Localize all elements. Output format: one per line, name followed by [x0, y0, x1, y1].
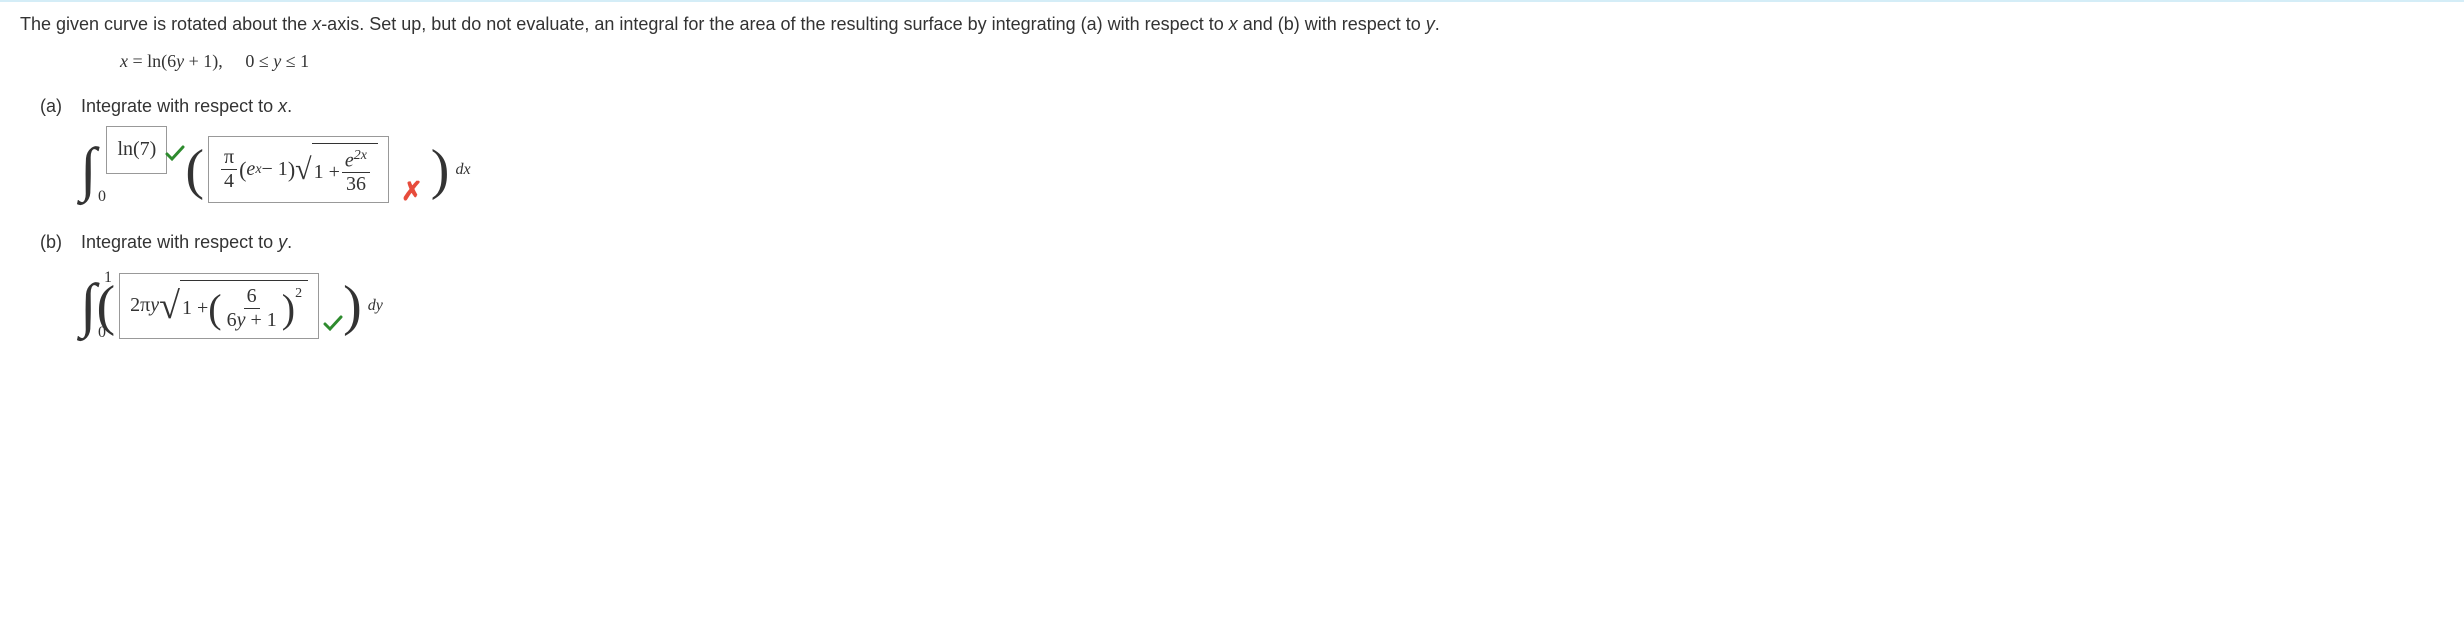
integrand-input[interactable]: π 4 (ex − 1) √ 1 + e2x 36 [208, 136, 389, 204]
part-letter: (a) [40, 96, 62, 117]
text: -axis. Set up, but do not evaluate, an i… [321, 14, 1229, 34]
axis-var: x [312, 14, 321, 34]
y: y [273, 51, 281, 71]
integral-sign: ∫ 0 [80, 135, 96, 204]
x-var: x [1229, 14, 1238, 34]
eq: = ln(6 [128, 51, 176, 71]
y: y [176, 51, 184, 71]
minus1: − 1 [262, 158, 288, 181]
den: 36 [343, 173, 369, 196]
exp2: 2 [295, 286, 302, 302]
differential: dy [368, 297, 383, 315]
two-pi: 2π [130, 294, 150, 317]
label-end: . [287, 96, 292, 116]
left-paren: ( [185, 138, 204, 202]
var: x [278, 96, 287, 116]
part-b-integral: ∫ 1 0 ( 2πy √ 1 + ( 6 6y + 1 )2 [80, 271, 2444, 340]
domain: 0 ≤ [245, 51, 273, 71]
label-text: Integrate with respect to [81, 96, 278, 116]
upper-limit-value: ln(7) [117, 138, 156, 161]
sqrt: √ 1 + ( 6 6y + 1 )2 [159, 280, 308, 332]
x-icon: ✗ [401, 177, 423, 207]
label-end: . [287, 232, 292, 252]
d1: 6 [227, 309, 237, 331]
y: y [150, 294, 159, 317]
lhs: x [120, 51, 128, 71]
integrand-input[interactable]: 2πy √ 1 + ( 6 6y + 1 )2 [119, 273, 319, 339]
lower-limit: 0 [98, 188, 106, 206]
inner-frac: 6 6y + 1 [224, 285, 280, 332]
curve-equation: x = ln(6y + 1), 0 ≤ y ≤ 1 [120, 51, 2444, 72]
check-icon [165, 143, 185, 168]
e: e [246, 158, 255, 181]
num: 6 [244, 285, 260, 309]
e: e [345, 149, 354, 171]
rhs: + 1), [184, 51, 223, 71]
integrand-content: π 4 (ex − 1) √ 1 + e2x 36 [219, 143, 378, 197]
differential: dx [455, 161, 470, 179]
sqrt: √ 1 + e2x 36 [295, 143, 378, 197]
num: π [221, 146, 237, 170]
right-paren: ) [431, 138, 450, 202]
domain-end: ≤ 1 [281, 51, 309, 71]
right-paren: ) [343, 274, 362, 338]
part-a-integral: ∫ 0 ln(7) ( π 4 (ex − 1) √ 1 + e2x 36 [80, 135, 2444, 204]
part-letter: (b) [40, 232, 62, 253]
problem-statement: The given curve is rotated about the x-a… [20, 14, 2444, 35]
den: 4 [221, 170, 237, 193]
label-text: Integrate with respect to [81, 232, 278, 252]
pi-over-4: π 4 [221, 146, 237, 193]
lower-limit: 0 [98, 324, 106, 342]
part-b-label: (b) Integrate with respect to y. [20, 232, 2444, 253]
check-icon [323, 313, 343, 338]
integral-sign: ∫ 1 0 [80, 271, 96, 340]
text: . [1435, 14, 1440, 34]
exp2x: 2x [354, 148, 367, 163]
one-plus: 1 + [314, 161, 340, 184]
text: and (b) with respect to [1238, 14, 1426, 34]
upper-limit-input[interactable]: ln(7) [106, 126, 167, 174]
d2: + 1 [245, 309, 276, 331]
upper-limit: 1 [104, 269, 112, 287]
var: y [278, 232, 287, 252]
part-a-label: (a) Integrate with respect to x. [20, 96, 2444, 117]
one-plus: 1 + [182, 297, 208, 320]
frac: e2x 36 [342, 148, 370, 197]
y-var: y [1426, 14, 1435, 34]
integrand-content: 2πy √ 1 + ( 6 6y + 1 )2 [130, 280, 308, 332]
text: The given curve is rotated about the [20, 14, 312, 34]
